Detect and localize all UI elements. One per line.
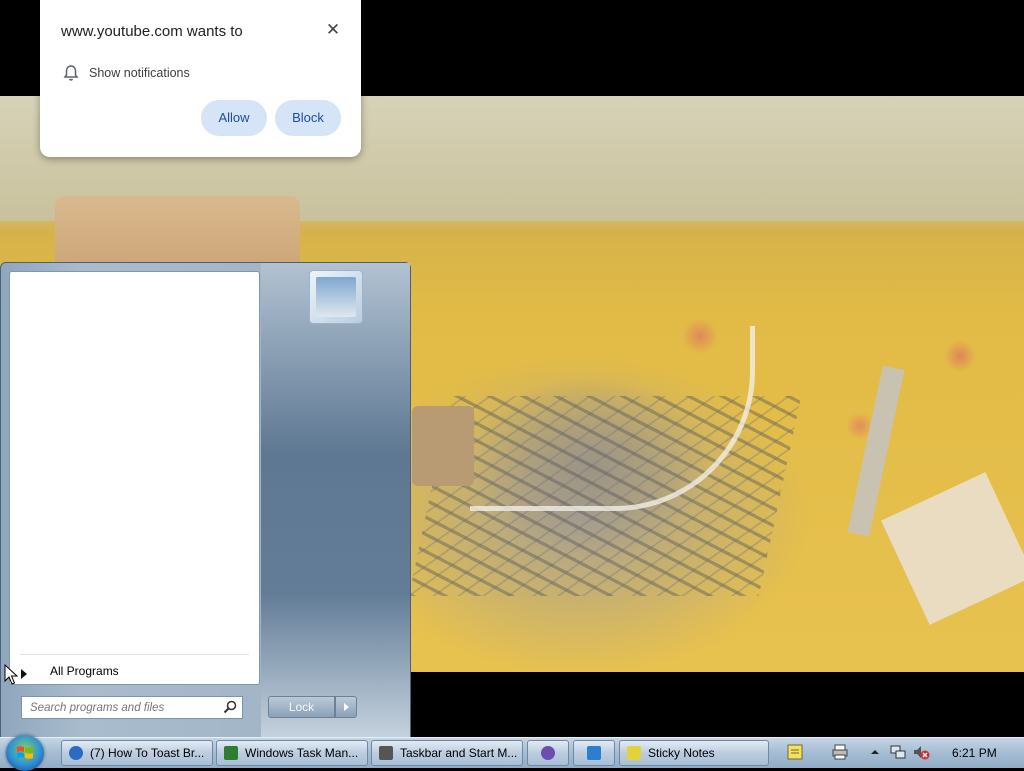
shutdown-options-arrow-button[interactable] [335,696,357,718]
search-input[interactable] [22,697,220,718]
all-programs-item[interactable]: All Programs [50,664,119,678]
task-manager-icon [224,746,238,760]
taskbar-item-sticky-notes[interactable]: Sticky Notes [619,740,769,766]
block-button[interactable]: Block [275,100,341,136]
close-icon[interactable]: ✕ [323,20,343,40]
media-icon [541,746,555,760]
taskbar-item-label: Sticky Notes [648,746,715,760]
lock-button[interactable]: Lock [268,696,335,718]
taskbar-item-label: Taskbar and Start M... [400,746,518,760]
mouse-cursor-icon [4,664,18,685]
taskbar-item-bird[interactable] [573,740,615,766]
taskbar-item-chrome[interactable]: (7) How To Toast Br... [61,740,213,766]
start-search-box[interactable] [21,696,243,719]
start-menu: All Programs Lock [0,262,411,738]
taskbar-clock[interactable]: 6:21 PM [952,746,997,760]
user-picture-tile[interactable] [309,270,363,324]
network-icon[interactable] [889,743,907,761]
arrow-right-icon [21,669,27,679]
sticky-notes-icon [627,746,641,760]
taskbar: (7) How To Toast Br... Windows Task Man.… [0,735,1024,771]
allow-button[interactable]: Allow [201,100,267,136]
taskbar-item-taskbar-properties[interactable]: Taskbar and Start M... [371,740,523,766]
video-bread [412,406,474,486]
notes-icon[interactable] [786,743,804,761]
notification-permission-popup: www.youtube.com wants to ✕ Show notifica… [40,0,361,157]
start-menu-right-pane [261,263,410,737]
divider [20,654,249,655]
video-paper [881,472,1024,625]
search-icon[interactable] [223,700,237,714]
start-button[interactable] [6,735,44,771]
printer-icon[interactable] [831,743,849,761]
popup-title: www.youtube.com wants to [61,23,243,40]
bell-icon [63,65,79,81]
user-picture-icon [316,277,356,317]
show-hidden-icon[interactable] [866,743,884,761]
start-menu-programs-pane: All Programs [9,271,260,685]
popup-message: Show notifications [89,66,190,80]
taskbar-item-label: (7) How To Toast Br... [90,746,205,760]
chrome-icon [69,746,83,760]
volume-muted-icon[interactable] [912,743,930,761]
taskbar-item-task-manager[interactable]: Windows Task Man... [216,740,368,766]
windows-logo-icon [17,746,33,759]
bird-icon [587,746,601,760]
taskbar-item-label: Windows Task Man... [245,746,359,760]
taskbar-properties-icon [379,746,393,760]
video-stick [847,365,905,537]
taskbar-item-media[interactable] [527,740,569,766]
